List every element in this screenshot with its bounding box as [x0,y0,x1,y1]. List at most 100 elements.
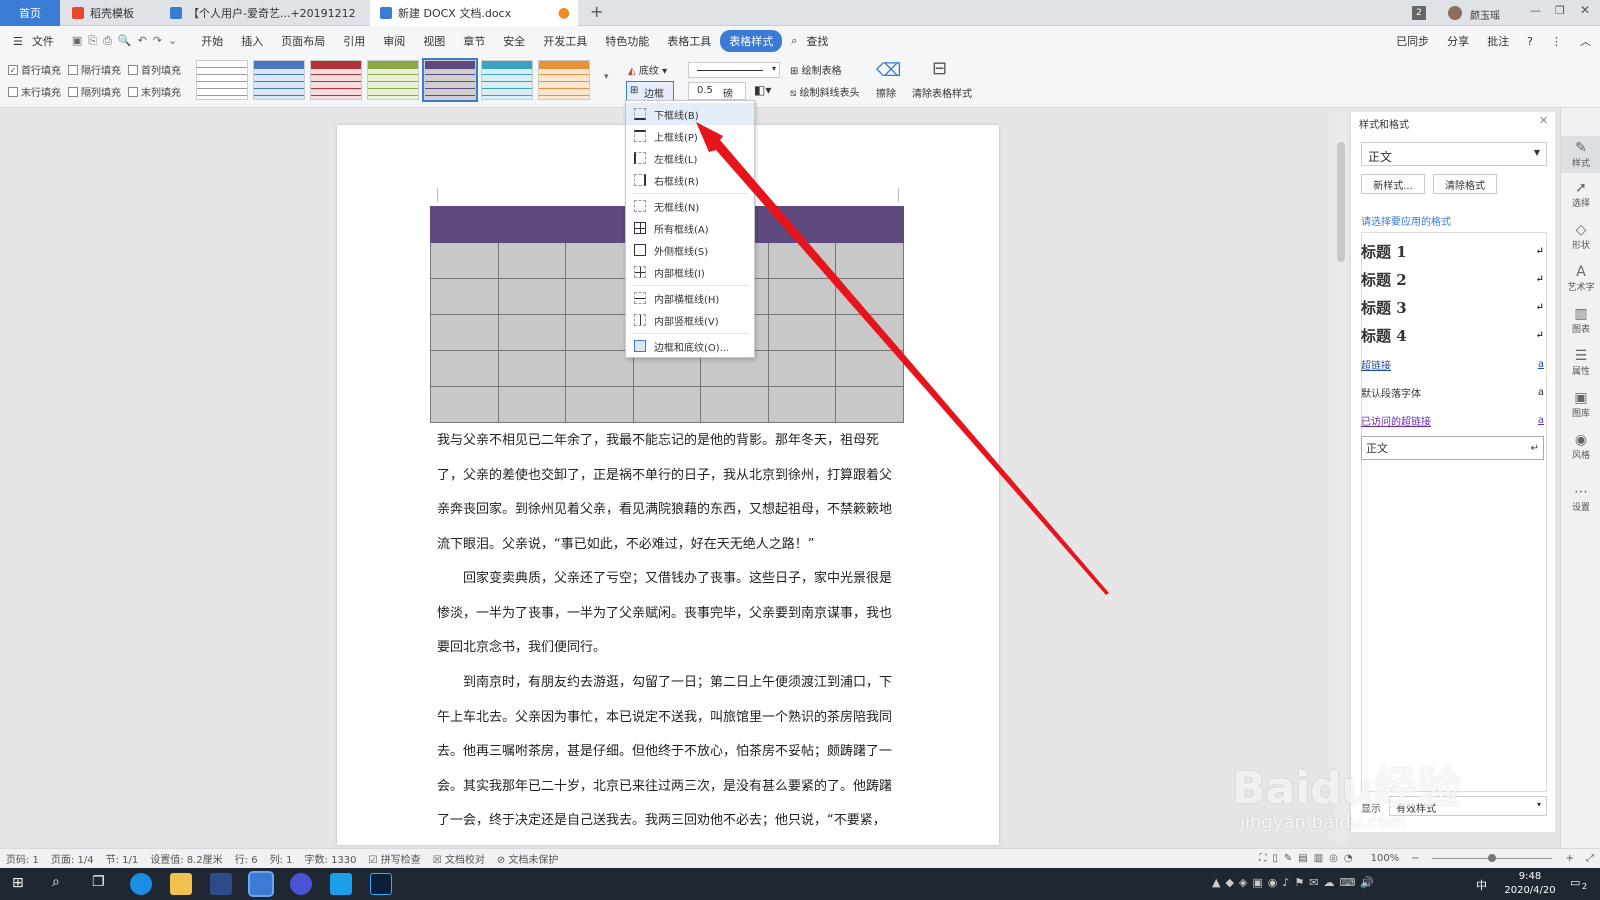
shading-button[interactable]: ◭ 底纹 ▾ [628,62,667,77]
menu-review[interactable]: 审阅 [374,33,414,49]
eraser-icon[interactable]: ⌫ [876,60,901,81]
system-tray-icons[interactable]: ▲◆◈▣◉♪⚑✉☁⌨🔊 [1212,876,1379,889]
table-cell[interactable] [430,386,499,423]
rightbar-properties[interactable]: ☰ 属性 [1561,348,1600,377]
menu-special[interactable]: 特色功能 [596,33,658,49]
table-cell[interactable] [632,386,702,423]
draw-diagonal-button[interactable]: ⧅ 绘制斜线表头 [790,84,860,99]
paragraph-2[interactable]: 回家变卖典质，父亲还了亏空；又借钱办了丧事。这些日子，家中光景很是惨淡，一半为了… [437,562,902,666]
table-cell[interactable] [767,386,837,423]
status-word-count[interactable]: 字数: 1330 [305,851,357,866]
table-style-orange[interactable] [538,60,590,100]
table-style-cyan[interactable] [481,60,533,100]
table-cell[interactable] [767,242,837,279]
rightbar-styles[interactable]: ✎ 样式 [1561,136,1600,173]
menu-table-tools[interactable]: 表格工具 [658,33,720,49]
photoshop-icon[interactable] [370,873,392,895]
menu-borders-and-shading[interactable]: 边框和底纹(O)... [626,335,754,357]
table-cell[interactable] [430,314,499,351]
border-button[interactable]: ⊞ 边框 [626,81,674,101]
table-cell[interactable] [430,242,499,279]
check-last-row[interactable]: 末行填充 [8,84,61,99]
protection-status[interactable]: ⊘ 文档未保护 [497,851,559,866]
line-style-select[interactable]: ▾ [688,62,780,78]
rightbar-theme[interactable]: ◉ 风格 [1561,432,1600,461]
wps-writer-icon[interactable] [248,871,274,897]
baidu-icon[interactable] [290,873,312,895]
table-cell[interactable] [767,206,837,243]
browser-icon[interactable] [130,873,152,895]
status-section[interactable]: 节: 1/1 [106,851,139,866]
scrollbar-thumb[interactable] [1337,142,1345,262]
table-cell[interactable] [565,386,634,423]
window-count-badge[interactable]: 2 [1412,6,1426,20]
vertical-scrollbar[interactable] [1335,112,1347,842]
menu-insert[interactable]: 插入 [232,33,272,49]
zoom-out-icon[interactable]: − [1411,853,1419,864]
zoom-in-icon[interactable]: + [1566,853,1574,864]
rightbar-gallery[interactable]: ▣ 图库 [1561,390,1600,419]
table-style-blue[interactable] [253,60,305,100]
comment-button[interactable]: 批注 [1478,33,1518,49]
erase-button[interactable]: 擦除 [876,85,896,100]
table-cell[interactable] [700,386,769,423]
style-heading-2[interactable]: 标题 2 ↵ [1361,266,1544,292]
spell-check-button[interactable]: ☑ 拼写检查 [369,851,421,866]
table-cell[interactable] [497,386,567,423]
check-last-column[interactable]: 末列填充 [128,84,181,99]
menu-references[interactable]: 引用 [334,33,374,49]
table-cell[interactable] [565,278,634,315]
status-setting[interactable]: 设置值: 8.2厘米 [150,851,222,866]
tab-document-active[interactable]: 新建 DOCX 文档.docx ● [370,0,578,26]
paragraph-1[interactable]: 我与父亲不相见已二年余了，我最不能忘记的是他的背影。那年冬天，祖母死了，父亲的差… [437,424,902,562]
table-cell[interactable] [835,278,904,315]
help-icon[interactable]: ? [1518,35,1542,48]
table-style-purple[interactable] [422,58,478,102]
more-icon[interactable]: ⋮ [1542,35,1571,48]
table-cell[interactable] [497,314,567,351]
style-heading-1[interactable]: 标题 1 ↵ [1361,238,1544,264]
status-page-number[interactable]: 页码: 1 [6,851,39,866]
check-first-column[interactable]: 首列填充 [128,62,181,77]
share-button[interactable]: 分享 [1438,33,1478,49]
menu-inside-vertical-border[interactable]: 内部竖框线(V) [626,309,754,331]
menu-inside-borders[interactable]: 内部框线(I) [626,261,754,283]
table-cell[interactable] [430,350,499,387]
menu-home[interactable]: 开始 [192,33,232,49]
status-pages[interactable]: 页面: 1/4 [51,851,94,866]
table-style-plain[interactable] [196,60,248,100]
ime-indicator[interactable]: 中 [1476,877,1487,893]
clock-time[interactable]: 9:48 [1505,871,1555,882]
menu-right-border[interactable]: 右框线(R) [626,169,754,191]
clear-format-button[interactable]: 清除格式 [1433,174,1497,194]
table-cell[interactable] [430,278,499,315]
new-tab-plus-icon[interactable]: + [590,2,603,21]
table-cell[interactable] [835,206,904,243]
style-hyperlink[interactable]: 超链接 a [1361,352,1544,376]
menu-left-border[interactable]: 左框线(L) [626,147,754,169]
menu-bottom-border[interactable]: 下框线(B) [626,103,754,125]
line-width-select[interactable]: 0.5 磅 [688,82,746,100]
table-cell[interactable] [565,350,634,387]
rightbar-wordart[interactable]: A 艺术字 [1561,264,1600,293]
menu-search[interactable]: 查找 [806,33,837,49]
table-cell[interactable] [767,278,837,315]
table-style-red[interactable] [310,60,362,100]
check-banded-columns[interactable]: 隔列填充 [68,84,121,99]
table-cell[interactable] [835,350,904,387]
menu-inside-horizontal-border[interactable]: 内部横框线(H) [626,287,754,309]
avatar[interactable] [1448,6,1462,20]
style-heading-4[interactable]: 标题 4 ↵ [1361,322,1544,348]
new-style-button[interactable]: 新样式... [1361,174,1425,194]
menu-outside-borders[interactable]: 外侧框线(S) [626,239,754,261]
tab-home[interactable]: 首页 [0,0,60,26]
fit-window-icon[interactable]: ⤢ [1586,853,1594,864]
current-style-select[interactable]: 正文 ▼ [1361,142,1547,166]
table-cell[interactable] [835,242,904,279]
restore-icon[interactable]: ❐ [1555,4,1565,17]
notification-icon[interactable]: ▭ [1570,876,1580,889]
table-cell[interactable] [565,314,634,351]
zoom-slider-thumb[interactable] [1488,854,1496,862]
table-cell[interactable] [565,206,634,243]
menu-table-style[interactable]: 表格样式 [720,30,783,52]
